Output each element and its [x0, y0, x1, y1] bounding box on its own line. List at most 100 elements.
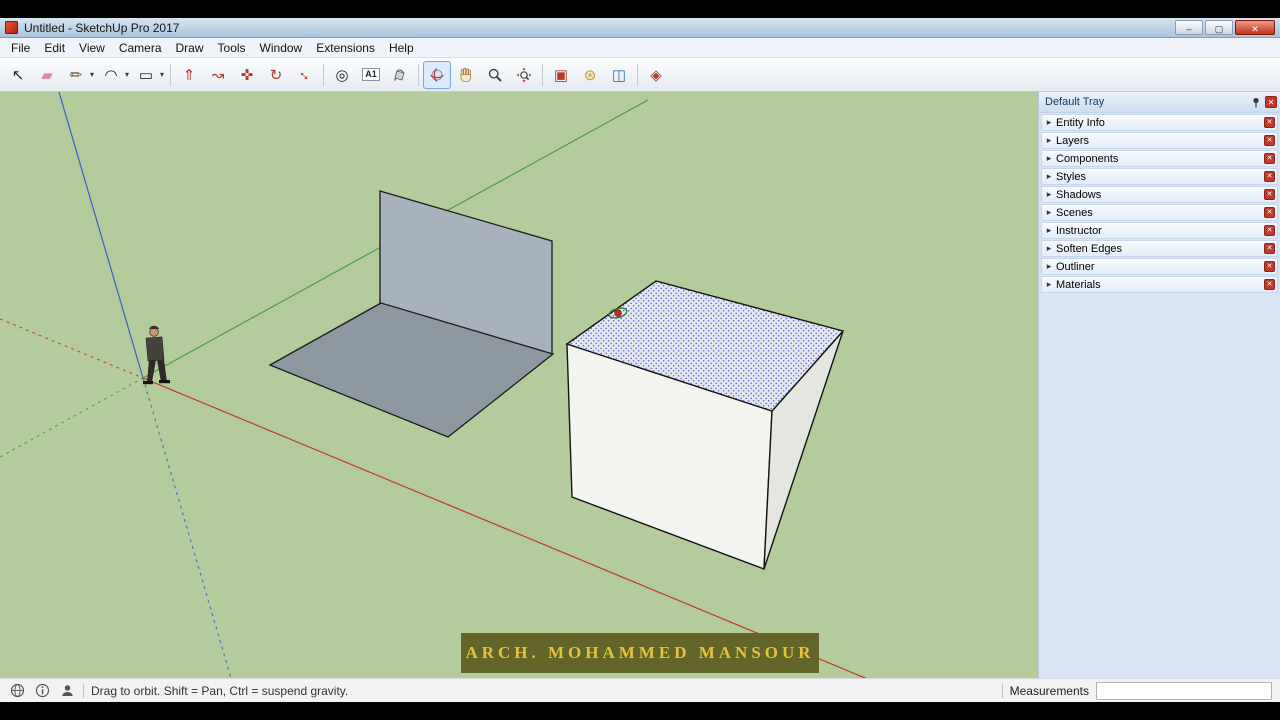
text-tool[interactable]: A1 [357, 61, 385, 89]
pin-icon[interactable] [1251, 97, 1261, 108]
tray-panel-outliner[interactable]: ▸ Outliner ✕ [1041, 258, 1278, 275]
rotate-tool[interactable]: ↻ [262, 61, 290, 89]
expand-arrow-icon[interactable]: ▸ [1042, 279, 1056, 290]
rectangle-icon: ▭ [138, 66, 154, 84]
tray-panel-soften-edges[interactable]: ▸ Soften Edges ✕ [1041, 240, 1278, 257]
push-pull-tool[interactable]: ⇑ [175, 61, 203, 89]
menu-item-help[interactable]: Help [382, 39, 421, 57]
components-icon: ▣ [553, 66, 569, 84]
orbit-tool[interactable] [423, 60, 451, 89]
tray-panel-entity-info[interactable]: ▸ Entity Info ✕ [1041, 114, 1278, 131]
application-window: Untitled - SketchUp Pro 2017 – ▢ ✕ File … [0, 0, 1280, 720]
rectangle-tool[interactable]: ▭ [132, 61, 160, 89]
arc-tool[interactable]: ◠ [97, 61, 125, 89]
scale-icon: ↔ [293, 63, 317, 86]
tray-panel-shadows[interactable]: ▸ Shadows ✕ [1041, 186, 1278, 203]
close-icon[interactable]: ✕ [1264, 243, 1275, 254]
status-hint: Drag to orbit. Shift = Pan, Ctrl = suspe… [91, 683, 349, 698]
pan-tool[interactable] [452, 61, 480, 89]
measurements-input[interactable] [1096, 681, 1272, 700]
follow-me-tool[interactable]: ↝ [204, 61, 232, 89]
materials-tool[interactable]: ◈ [642, 61, 670, 89]
3d-scene-canvas[interactable] [0, 92, 1038, 678]
tray-header: Default Tray ✕ [1039, 92, 1280, 113]
zoom-extents-tool[interactable] [510, 61, 538, 89]
menu-item-window[interactable]: Window [253, 39, 310, 57]
tray-panel-label: Scenes [1056, 206, 1093, 219]
sign-in-button[interactable] [58, 682, 76, 700]
menu-item-extensions[interactable]: Extensions [309, 39, 382, 57]
toolbar-divider [418, 63, 419, 86]
move-tool[interactable]: ✜ [233, 61, 261, 89]
expand-arrow-icon[interactable]: ▸ [1042, 261, 1056, 272]
menu-item-draw[interactable]: Draw [169, 39, 211, 57]
scale-tool[interactable]: ↔ [291, 61, 319, 89]
tray-panel-styles[interactable]: ▸ Styles ✕ [1041, 168, 1278, 185]
expand-arrow-icon[interactable]: ▸ [1042, 225, 1056, 236]
user-icon [61, 685, 73, 696]
tray-panel-components[interactable]: ▸ Components ✕ [1041, 150, 1278, 167]
arc-icon: ◠ [104, 66, 118, 84]
close-icon[interactable]: ✕ [1264, 261, 1275, 272]
close-icon[interactable]: ✕ [1264, 279, 1275, 290]
sketchup-logo-icon[interactable] [5, 21, 18, 34]
tray-panel-label: Layers [1056, 134, 1090, 147]
toolbar: ↖ ▰ ✏ ▾ ◠ ▾ ▭ ▾ ⇑ ↝ ✜ ↻ ↔ ◎ A1 ▣ ⊛ ◫ ◈ [0, 58, 1280, 92]
select-tool[interactable]: ↖ [4, 61, 32, 89]
minimize-button[interactable]: – [1175, 20, 1203, 35]
expand-arrow-icon[interactable]: ▸ [1042, 171, 1056, 182]
tray-panel-materials[interactable]: ▸ Materials ✕ [1041, 276, 1278, 293]
expand-arrow-icon[interactable]: ▸ [1042, 153, 1056, 164]
close-icon[interactable]: ✕ [1264, 225, 1275, 236]
close-button[interactable]: ✕ [1235, 20, 1275, 35]
close-icon[interactable]: ✕ [1264, 171, 1275, 182]
close-icon[interactable]: ✕ [1264, 117, 1275, 128]
menu-item-view[interactable]: View [72, 39, 112, 57]
tray-panel-label: Outliner [1056, 260, 1095, 273]
measurements-label: Measurements [1009, 683, 1089, 698]
geolocation-button[interactable] [8, 682, 26, 700]
line-tool[interactable]: ✏ [62, 61, 90, 89]
styles-icon: ⊛ [583, 66, 597, 84]
styles-tool[interactable]: ⊛ [576, 61, 604, 89]
menu-item-file[interactable]: File [4, 39, 37, 57]
eraser-icon: ▰ [41, 66, 53, 84]
expand-arrow-icon[interactable]: ▸ [1042, 135, 1056, 146]
credits-info-button[interactable] [33, 682, 51, 700]
menu-item-tools[interactable]: Tools [211, 39, 253, 57]
menu-item-camera[interactable]: Camera [112, 39, 169, 57]
watermark-banner: ARCH. MOHAMMED MANSOUR [461, 633, 819, 673]
window-title: Untitled - SketchUp Pro 2017 [24, 20, 180, 35]
tape-measure-tool[interactable]: ◎ [328, 61, 356, 89]
close-icon[interactable]: ✕ [1264, 207, 1275, 218]
components-tool[interactable]: ▣ [547, 61, 575, 89]
zoom-extents-icon [516, 67, 532, 82]
toolbar-divider [542, 63, 543, 86]
menu-item-edit[interactable]: Edit [37, 39, 72, 57]
rectangle-dropdown-arrow-icon[interactable]: ▾ [158, 70, 166, 79]
tray-close-icon[interactable]: ✕ [1265, 96, 1277, 108]
expand-arrow-icon[interactable]: ▸ [1042, 207, 1056, 218]
tray-panel-layers[interactable]: ▸ Layers ✕ [1041, 132, 1278, 149]
close-icon[interactable]: ✕ [1264, 189, 1275, 200]
shadows-tool[interactable]: ◫ [605, 61, 633, 89]
expand-arrow-icon[interactable]: ▸ [1042, 243, 1056, 254]
window-controls: – ▢ ✕ [1175, 20, 1275, 35]
expand-arrow-icon[interactable]: ▸ [1042, 117, 1056, 128]
tray-panel-label: Soften Edges [1056, 242, 1123, 255]
expand-arrow-icon[interactable]: ▸ [1042, 189, 1056, 200]
move-icon: ✜ [240, 66, 254, 84]
title-bar: Untitled - SketchUp Pro 2017 – ▢ ✕ [0, 18, 1280, 38]
tray-panel-scenes[interactable]: ▸ Scenes ✕ [1041, 204, 1278, 221]
close-icon[interactable]: ✕ [1264, 153, 1275, 164]
viewport-background [0, 92, 1038, 678]
modeling-viewport[interactable]: ARCH. MOHAMMED MANSOUR [0, 92, 1038, 678]
close-icon[interactable]: ✕ [1264, 135, 1275, 146]
maximize-button[interactable]: ▢ [1205, 20, 1233, 35]
tray-panel-instructor[interactable]: ▸ Instructor ✕ [1041, 222, 1278, 239]
paint-bucket-tool[interactable] [386, 61, 414, 89]
eraser-tool[interactable]: ▰ [33, 61, 61, 89]
arc-dropdown-arrow-icon[interactable]: ▾ [123, 70, 131, 79]
zoom-tool[interactable] [481, 61, 509, 89]
line-dropdown-arrow-icon[interactable]: ▾ [88, 70, 96, 79]
